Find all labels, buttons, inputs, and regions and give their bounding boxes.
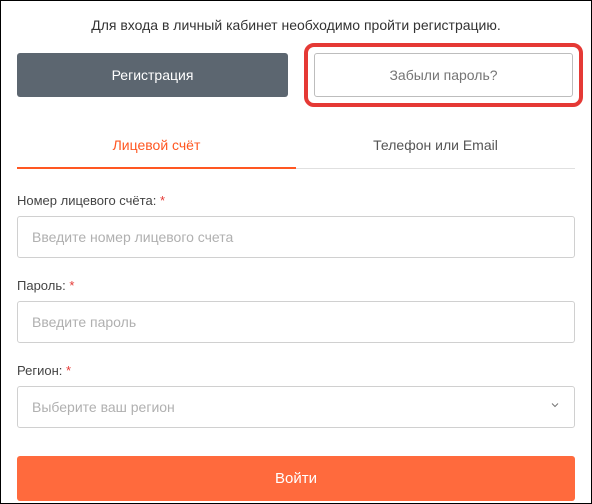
tabs: Лицевой счёт Телефон или Email <box>17 123 575 169</box>
forgot-password-button[interactable]: Забыли пароль? <box>314 53 573 97</box>
password-label-text: Пароль: <box>17 278 66 293</box>
button-row: Регистрация Забыли пароль? <box>17 53 575 107</box>
password-input[interactable] <box>17 301 575 343</box>
tab-phone-email[interactable]: Телефон или Email <box>296 123 575 169</box>
region-group: Регион: * Выберите ваш регион <box>17 363 575 428</box>
register-button[interactable]: Регистрация <box>17 53 288 97</box>
account-label-text: Номер лицевого счёта: <box>17 193 156 208</box>
region-label: Регион: * <box>17 363 575 378</box>
highlight-box: Забыли пароль? <box>304 43 583 107</box>
account-number-label: Номер лицевого счёта: * <box>17 193 575 208</box>
required-mark: * <box>160 193 165 208</box>
region-label-text: Регион: <box>17 363 62 378</box>
intro-text: Для входа в личный кабинет необходимо пр… <box>17 17 575 33</box>
account-number-group: Номер лицевого счёта: * <box>17 193 575 258</box>
tab-account[interactable]: Лицевой счёт <box>17 123 296 169</box>
account-number-input[interactable] <box>17 216 575 258</box>
submit-button[interactable]: Войти <box>17 456 575 501</box>
password-label: Пароль: * <box>17 278 575 293</box>
region-select[interactable]: Выберите ваш регион <box>17 386 575 428</box>
required-mark: * <box>69 278 74 293</box>
password-group: Пароль: * <box>17 278 575 343</box>
required-mark: * <box>66 363 71 378</box>
